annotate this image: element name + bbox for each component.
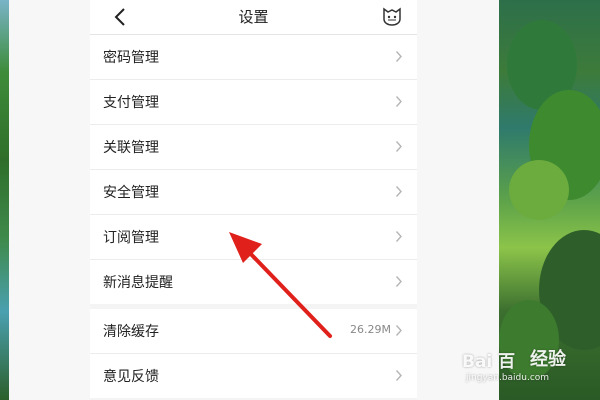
watermark-product: 经验	[530, 349, 566, 370]
settings-row[interactable]: 密码管理	[90, 35, 417, 80]
page-title: 设置	[238, 8, 269, 26]
chevron-right-icon	[395, 96, 402, 107]
settings-row-label: 新消息提醒	[103, 275, 173, 291]
settings-screen: 设置 密码管理支付管理关联管理安全管理订阅管理新消息提醒 清除缓存 26.29M 意…	[90, 0, 417, 400]
header-bar: 设置	[90, 0, 417, 35]
wallpaper-left	[0, 0, 9, 400]
settings-row[interactable]: 安全管理	[90, 170, 417, 215]
chevron-right-icon	[395, 276, 402, 287]
settings-group-account: 密码管理支付管理关联管理安全管理订阅管理新消息提醒	[90, 35, 417, 304]
watermark-brand: Bai 百	[462, 352, 516, 372]
chevron-right-icon	[395, 231, 402, 242]
baidu-jingyan-watermark: Bai 百 经验 jingyan.baidu.com	[462, 337, 594, 395]
watermark-url: jingyan.baidu.com	[466, 373, 550, 383]
settings-row[interactable]: 新消息提醒	[90, 260, 417, 304]
settings-row-label: 安全管理	[103, 185, 159, 201]
chevron-right-icon	[395, 141, 402, 152]
settings-row-label: 密码管理	[103, 50, 159, 66]
settings-row[interactable]: 清除缓存 26.29M	[90, 309, 417, 354]
chevron-right-icon	[395, 186, 402, 197]
settings-group-general: 清除缓存 26.29M 意见反馈	[90, 309, 417, 398]
settings-row-label: 支付管理	[103, 95, 159, 111]
settings-row[interactable]: 意见反馈	[90, 354, 417, 398]
mascot-icon[interactable]	[381, 5, 403, 27]
settings-row-label: 清除缓存	[103, 324, 159, 340]
cache-size-value: 26.29M	[350, 323, 391, 336]
settings-row-label: 意见反馈	[103, 369, 159, 385]
settings-row-label: 订阅管理	[103, 230, 159, 246]
settings-row[interactable]: 订阅管理	[90, 215, 417, 260]
page-gutter-left	[9, 0, 90, 400]
settings-row[interactable]: 支付管理	[90, 80, 417, 125]
settings-row[interactable]: 关联管理	[90, 125, 417, 170]
chevron-right-icon	[395, 325, 402, 336]
settings-row-label: 关联管理	[103, 140, 159, 156]
chevron-right-icon	[395, 51, 402, 62]
chevron-right-icon	[395, 370, 402, 381]
